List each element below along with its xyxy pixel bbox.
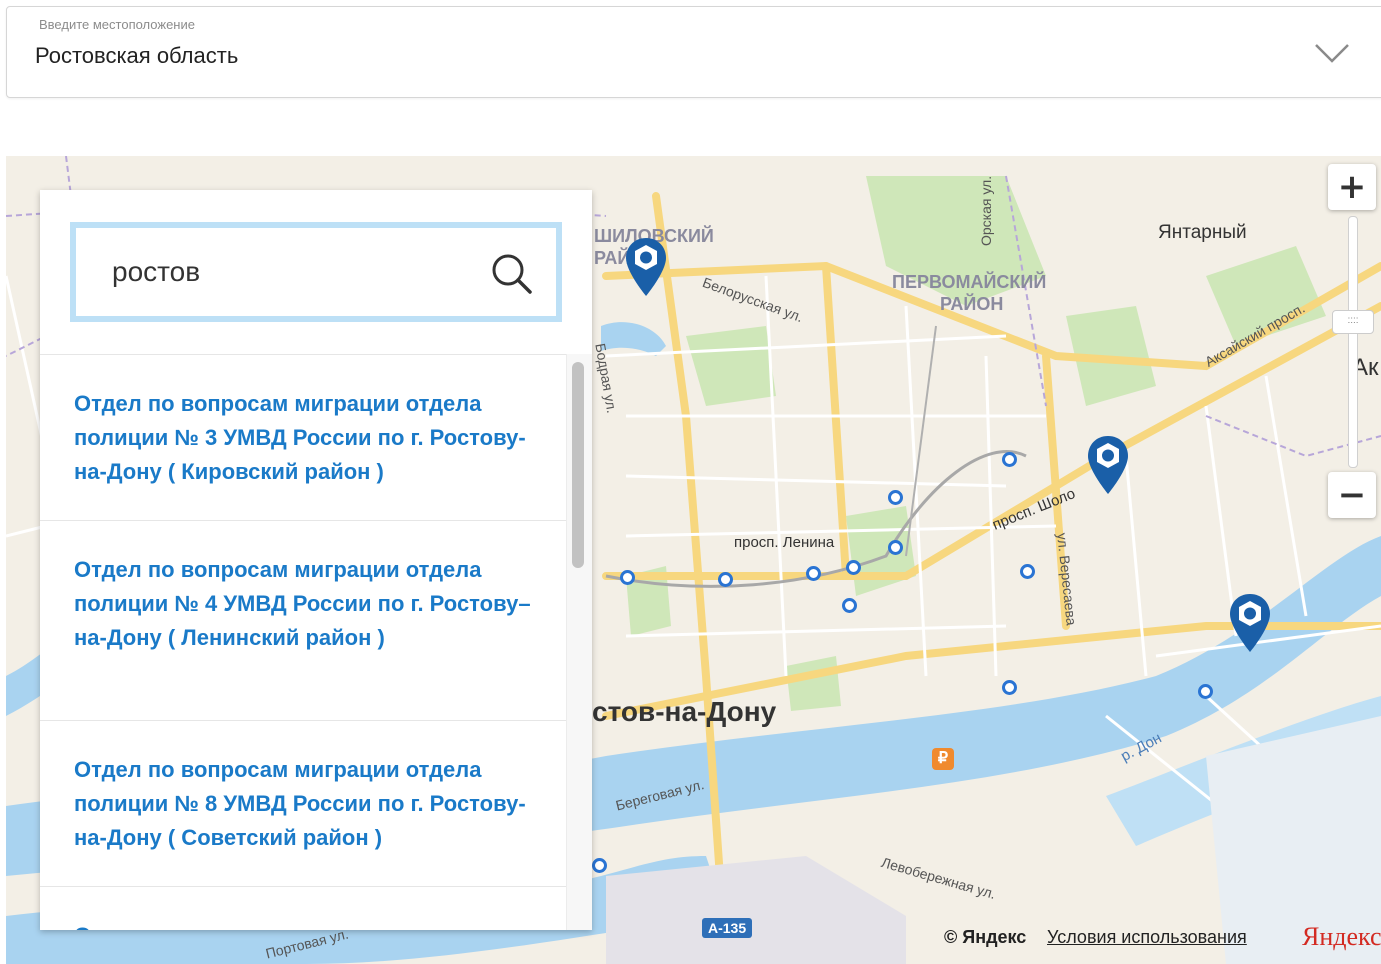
search-panel: Отдел по вопросам миграции отдела полици… [40, 190, 592, 930]
zoom-in-button[interactable]: + [1328, 164, 1376, 210]
map-stop[interactable] [806, 566, 821, 581]
map-label-pervomaysky-2: РАЙОН [940, 294, 1004, 314]
zoom-control: + :::: − [1328, 164, 1376, 518]
location-label: Введите местоположение [39, 17, 195, 32]
location-value: Ростовская область [35, 43, 239, 68]
map-label-orskaya: Орская ул. [978, 175, 994, 246]
zoom-track[interactable] [1348, 216, 1358, 468]
result-item[interactable]: Отдел по вопросам миграции отдела полици… [40, 720, 566, 886]
result-item[interactable]: Отдел по вопросам миграции отдела полици… [40, 354, 566, 520]
map-pin-icon[interactable] [1228, 592, 1272, 654]
location-select[interactable]: Введите местоположение Ростовская област… [6, 6, 1381, 98]
map-stop[interactable] [592, 858, 607, 873]
map-stop[interactable] [620, 570, 635, 585]
ruble-icon: ₽ [932, 748, 954, 770]
search-box [70, 222, 562, 322]
map-label-lenina: просп. Ленина [734, 534, 835, 551]
map-pin-icon[interactable] [1086, 434, 1130, 496]
result-item[interactable]: Отдел по вопросам миграции отдела [40, 886, 566, 930]
map-stop[interactable] [888, 540, 903, 555]
terms-link[interactable]: Условия использования [1047, 927, 1247, 948]
map-label-yantarny: Янтарный [1158, 222, 1247, 243]
map-stop[interactable] [888, 490, 903, 505]
highway-shield: А-135 [702, 918, 753, 938]
zoom-handle[interactable]: :::: [1332, 310, 1374, 334]
map-label-pervomaysky: ПЕРВОМАЙСКИЙ [892, 272, 1047, 292]
map-stop[interactable] [1020, 564, 1035, 579]
map-stop[interactable] [846, 560, 861, 575]
magnifier-icon[interactable] [488, 250, 536, 298]
yandex-logo[interactable]: Яндекс [1302, 922, 1381, 952]
map-stop[interactable] [1002, 680, 1017, 695]
map-pin-icon[interactable] [624, 236, 668, 298]
result-list: Отдел по вопросам миграции отдела полици… [40, 354, 566, 930]
map-stop[interactable] [718, 572, 733, 587]
map-label-city: стов-на-Дону [592, 696, 777, 727]
scroll-thumb[interactable] [572, 362, 584, 568]
map-stop[interactable] [842, 598, 857, 613]
map-copyright: © Яндекс [944, 927, 1027, 947]
result-item[interactable]: Отдел по вопросам миграции отдела полици… [40, 520, 566, 720]
zoom-out-button[interactable]: − [1328, 472, 1376, 518]
chevron-down-icon[interactable] [1312, 41, 1352, 65]
results-scrollbar[interactable] [566, 354, 592, 930]
map-stop[interactable] [1198, 684, 1213, 699]
search-input[interactable] [112, 252, 472, 292]
map-stop[interactable] [1002, 452, 1017, 467]
